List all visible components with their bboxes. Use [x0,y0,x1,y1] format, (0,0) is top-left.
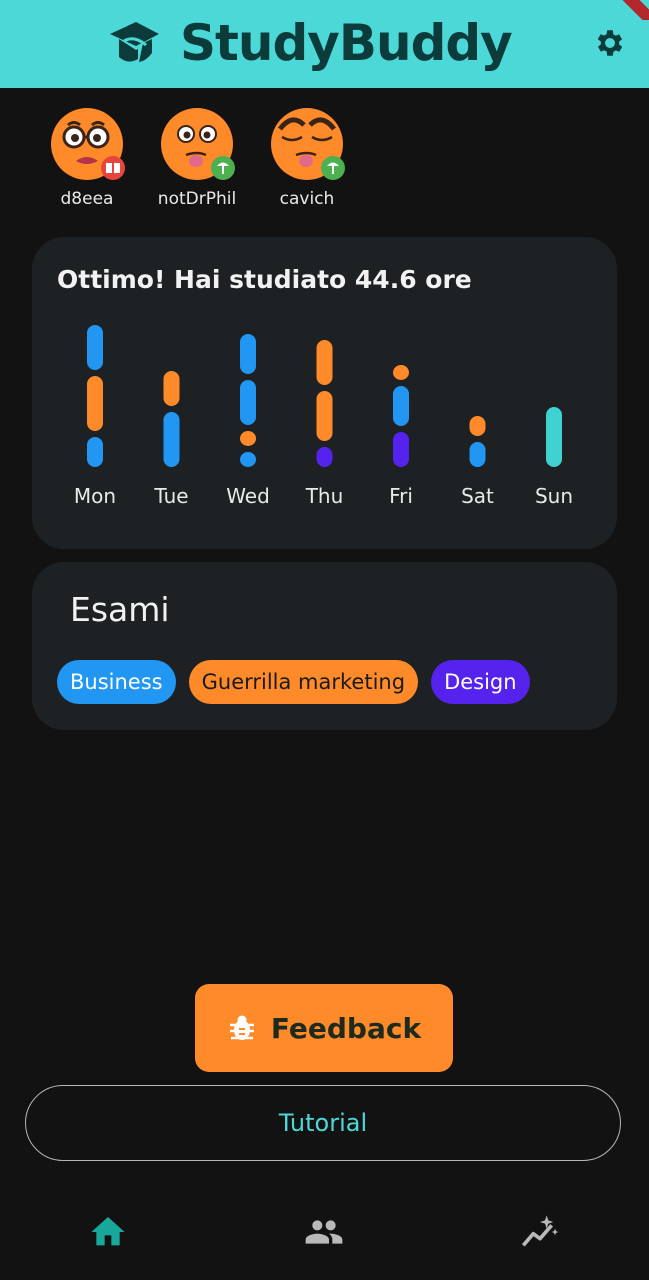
app-logo: StudyBuddy [108,8,513,78]
friend-item[interactable]: notDrPhil [157,107,237,209]
chart-bar-segment [163,412,180,467]
graduation-cap-icon [110,22,159,62]
friend-name: cavich [279,189,335,209]
bug-icon [229,1015,254,1040]
gear-icon[interactable] [593,26,627,60]
chart-bar-segment [316,391,333,441]
exam-chips: Business Guerrilla marketing Design [57,660,543,704]
chart-bar-segment [316,447,333,467]
avatar [50,107,125,181]
friend-name: notDrPhil [157,189,237,209]
chart-bar-segment [393,432,409,467]
chart-bar-segment [87,376,103,431]
chart-bar-segment [469,442,486,467]
chart-bar-segment [393,386,409,426]
chart-day-label: Mon [74,484,116,508]
study-stats-card: Ottimo! Hai studiato 44.6 ore Mon Tue Wed T… [32,237,617,549]
debug-banner [609,0,649,20]
friend-item[interactable]: cavich [270,107,345,209]
tutorial-label: Tutorial [278,1109,368,1137]
home-icon[interactable] [88,1212,128,1252]
umbrella-icon [211,156,235,180]
chart-bar-segment [163,371,180,406]
chart-bar-segment [240,334,256,374]
exam-chip-design[interactable]: Design [431,660,530,704]
chart-day-label: Tue [153,484,188,508]
app-bar: StudyBuddy [0,0,649,88]
umbrella-icon [321,156,345,180]
chart-bar-segment [469,416,486,436]
chart-bar-segment [546,407,562,467]
exams-title: Esami [70,590,170,629]
friend-name: d8eea [60,189,114,209]
chart-bar-segment [240,452,256,467]
chart-day-label: Fri [389,484,413,508]
chart-bar-segment [240,380,256,425]
book-icon [101,156,125,180]
friend-item[interactable]: d8eea [50,107,125,209]
people-icon[interactable] [304,1212,344,1252]
stats-sparkle-icon[interactable] [520,1212,560,1252]
chart-bar-segment [87,325,103,370]
chart-day-label: Wed [226,484,270,508]
chart-bar-segment [393,365,409,380]
feedback-label: Feedback [270,1011,422,1045]
friends-row: d8eea notDrPhil cavich [50,107,380,209]
feedback-button[interactable]: Feedback [195,984,453,1072]
chart-day-label: Sat [461,484,494,508]
chart-bar-segment [87,437,103,467]
avatar [270,107,345,181]
exam-chip-guerrilla-marketing[interactable]: Guerrilla marketing [188,660,419,704]
weekly-study-chart: Mon Tue Wed Thu Fri Sat Sun [74,325,573,508]
avatar [160,107,235,181]
chart-day-label: Thu [305,484,344,508]
app-title: StudyBuddy [180,14,513,72]
chart-day-label: Sun [535,484,573,508]
exam-chip-business[interactable]: Business [57,660,176,704]
exams-card: Esami Business Guerrilla marketing Desig… [32,562,617,730]
chart-bar-segment [240,431,256,446]
chart-bar-segment [316,340,333,385]
tutorial-button[interactable]: Tutorial [25,1085,621,1161]
bottom-nav [0,1190,649,1280]
